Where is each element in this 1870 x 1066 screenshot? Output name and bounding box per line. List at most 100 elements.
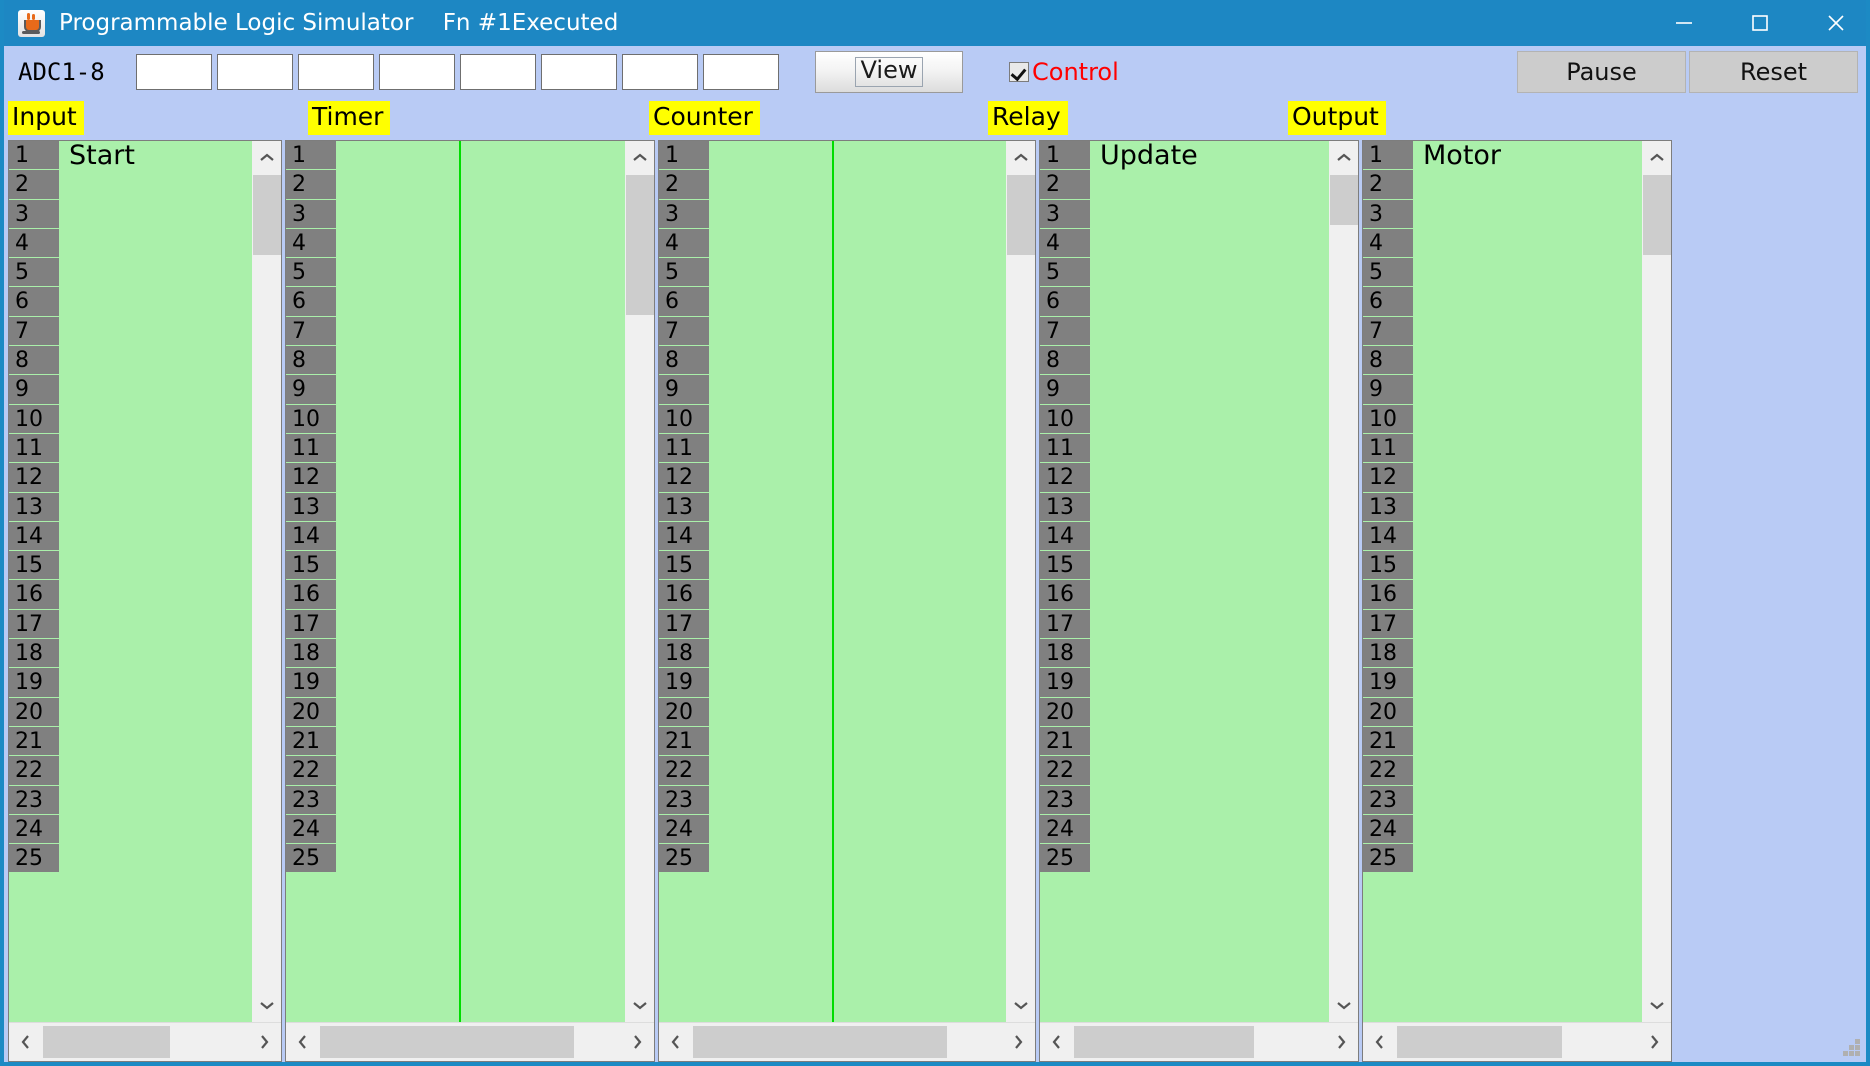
grid-cell[interactable] <box>1090 522 1329 551</box>
row-header[interactable]: 1 <box>9 141 59 171</box>
row-header[interactable]: 19 <box>1363 668 1413 698</box>
grid-cell[interactable] <box>1090 844 1329 873</box>
grid-cell[interactable] <box>1090 287 1329 316</box>
row-header[interactable]: 9 <box>286 375 336 405</box>
grid-cell[interactable] <box>709 375 1006 404</box>
grid-cell[interactable]: Start <box>59 141 252 170</box>
row-header[interactable]: 25 <box>9 844 59 874</box>
row-header[interactable]: 16 <box>659 580 709 610</box>
scroll-up-icon[interactable] <box>1643 141 1671 175</box>
horizontal-scrollbar[interactable] <box>286 1022 654 1061</box>
grid-cell[interactable] <box>336 844 625 873</box>
row-header[interactable]: 23 <box>286 785 336 815</box>
row-header[interactable]: 17 <box>1363 609 1413 640</box>
row-header[interactable]: 24 <box>659 814 709 845</box>
row-header[interactable]: 18 <box>1040 639 1090 669</box>
grid-cell[interactable] <box>336 170 625 199</box>
adc-field-4[interactable] <box>379 54 455 90</box>
horizontal-scrollbar[interactable] <box>1363 1022 1671 1061</box>
scroll-up-icon[interactable] <box>626 141 654 175</box>
adc-field-7[interactable] <box>622 54 698 90</box>
grid-cell[interactable]: Update <box>1090 141 1329 170</box>
grid-cell[interactable] <box>1413 698 1642 727</box>
grid-cell[interactable] <box>1413 727 1642 756</box>
scroll-down-icon[interactable] <box>1643 988 1671 1022</box>
grid-cell[interactable] <box>336 405 625 434</box>
row-header[interactable]: 7 <box>9 316 59 347</box>
row-header[interactable]: 6 <box>1040 287 1090 317</box>
grid-cell[interactable] <box>1413 844 1642 873</box>
grid-cell[interactable] <box>1413 463 1642 492</box>
scroll-up-icon[interactable] <box>1007 141 1035 175</box>
horizontal-scroll-thumb[interactable] <box>43 1026 170 1058</box>
vertical-scroll-thumb[interactable] <box>1007 175 1035 255</box>
adc-field-8[interactable] <box>703 54 779 90</box>
row-header[interactable]: 6 <box>1363 287 1413 317</box>
vertical-scrollbar[interactable] <box>1006 141 1035 1022</box>
grid-cell[interactable] <box>1090 317 1329 346</box>
scroll-down-icon[interactable] <box>1007 988 1035 1022</box>
row-header[interactable]: 2 <box>1040 170 1090 200</box>
grid-cell[interactable] <box>59 668 252 697</box>
row-header[interactable]: 21 <box>9 726 59 757</box>
vertical-scrollbar[interactable] <box>1329 141 1358 1022</box>
vertical-scroll-thumb[interactable] <box>626 175 654 315</box>
row-header[interactable]: 18 <box>659 639 709 669</box>
grid-cell[interactable] <box>1090 434 1329 463</box>
grid-cell[interactable] <box>59 493 252 522</box>
grid-cell[interactable] <box>336 229 625 258</box>
row-header[interactable]: 13 <box>1363 492 1413 522</box>
row-header[interactable]: 16 <box>1363 580 1413 610</box>
grid-cell[interactable] <box>59 170 252 199</box>
row-header[interactable]: 4 <box>9 228 59 259</box>
row-header[interactable]: 18 <box>286 639 336 669</box>
vertical-scroll-thumb[interactable] <box>1643 175 1671 255</box>
row-header[interactable]: 18 <box>1363 639 1413 669</box>
row-header[interactable]: 4 <box>1040 228 1090 259</box>
row-header[interactable]: 9 <box>9 375 59 405</box>
vertical-scroll-thumb[interactable] <box>1330 175 1358 225</box>
maximize-icon[interactable] <box>1722 0 1798 46</box>
grid-relay[interactable]: Update 1 2 3 4 5 6 7 8 9 10 11 12 13 14 15 16 17 18 19 20 21 2… <box>1040 141 1329 1022</box>
resize-grip-icon[interactable] <box>1843 1039 1861 1057</box>
grid-cell[interactable] <box>709 258 1006 287</box>
row-header[interactable]: 5 <box>1040 258 1090 288</box>
reset-button[interactable]: Reset <box>1689 51 1858 93</box>
row-header[interactable]: 15 <box>1363 551 1413 581</box>
scroll-up-icon[interactable] <box>1330 141 1358 175</box>
row-header[interactable]: 12 <box>286 463 336 493</box>
grid-cell[interactable] <box>59 551 252 580</box>
scroll-right-icon[interactable] <box>1001 1023 1035 1061</box>
control-checkbox[interactable] <box>1009 62 1029 82</box>
control-checkbox-wrap[interactable]: Control <box>1009 58 1119 86</box>
grid-cell[interactable] <box>1090 375 1329 404</box>
row-header[interactable]: 5 <box>9 258 59 288</box>
scroll-right-icon[interactable] <box>1637 1023 1671 1061</box>
row-header[interactable]: 10 <box>1040 404 1090 434</box>
grid-cell[interactable] <box>1090 493 1329 522</box>
row-header[interactable]: 17 <box>659 609 709 640</box>
row-header[interactable]: 20 <box>9 697 59 727</box>
grid-cell[interactable] <box>1413 610 1642 639</box>
grid-cell[interactable] <box>59 375 252 404</box>
row-header[interactable]: 16 <box>9 580 59 610</box>
grid-cell[interactable] <box>59 756 252 785</box>
row-header[interactable]: 24 <box>1363 814 1413 845</box>
vertical-scrollbar[interactable] <box>252 141 281 1022</box>
row-header[interactable]: 22 <box>1040 756 1090 786</box>
row-header[interactable]: 3 <box>659 199 709 229</box>
minimize-icon[interactable] <box>1646 0 1722 46</box>
grid-cell[interactable] <box>709 170 1006 199</box>
grid-cell[interactable] <box>709 141 1006 170</box>
row-header[interactable]: 12 <box>1040 463 1090 493</box>
row-header[interactable]: 19 <box>659 668 709 698</box>
grid-cell[interactable] <box>709 405 1006 434</box>
grid-cell[interactable] <box>59 698 252 727</box>
grid-cell[interactable] <box>59 287 252 316</box>
row-header[interactable]: 17 <box>1040 609 1090 640</box>
horizontal-scroll-thumb[interactable] <box>693 1026 947 1058</box>
grid-cell[interactable] <box>1090 756 1329 785</box>
grid-cell[interactable] <box>1090 668 1329 697</box>
grid-cell[interactable] <box>1090 698 1329 727</box>
row-header[interactable]: 2 <box>9 170 59 200</box>
